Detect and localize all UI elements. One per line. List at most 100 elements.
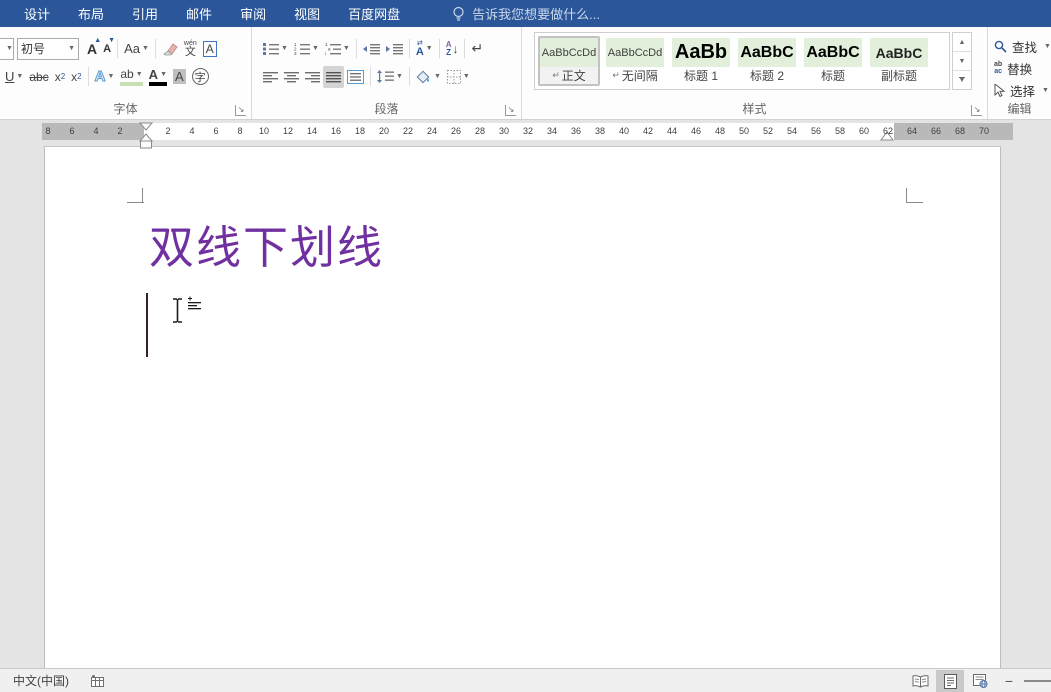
style-item-无间隔[interactable]: AaBbCcDd↵无间隔 — [604, 36, 666, 86]
font-size-combo[interactable]: 初号 ▼ — [17, 38, 79, 60]
subscript-button[interactable]: x2 — [52, 66, 68, 88]
paragraph-dialog-launcher[interactable]: ↘ — [505, 105, 516, 116]
ruler-number: 2 — [117, 126, 122, 136]
web-layout-button[interactable] — [966, 670, 994, 692]
asian-layout-button[interactable]: ⇄ A ▼ — [413, 38, 436, 60]
indent-markers[interactable] — [138, 122, 154, 149]
highlight-swatch — [120, 82, 142, 86]
language-status[interactable]: 中文(中国) — [13, 672, 69, 689]
read-mode-button[interactable] — [906, 670, 934, 692]
tab-邮件[interactable]: 邮件 — [172, 0, 226, 27]
style-item-正文[interactable]: AaBbCcDd↵正文 — [538, 36, 600, 86]
align-right-button[interactable] — [302, 66, 323, 88]
character-shading-button[interactable]: A — [170, 66, 189, 88]
ruler-number: 6 — [69, 126, 74, 136]
underline-button[interactable]: U ▼ — [2, 66, 26, 88]
chevron-down-icon: ▼ — [463, 73, 470, 80]
chevron-down-icon: ▼ — [64, 45, 75, 52]
style-preview: AaBbC — [804, 38, 862, 67]
styles-dialog-launcher[interactable]: ↘ — [971, 105, 982, 116]
grow-font-button[interactable]: A ▲ — [84, 38, 100, 60]
ruler-number: 18 — [355, 126, 365, 136]
style-gallery-scrollbar: ▲ ▼ ▼ — [952, 32, 972, 90]
tab-引用[interactable]: 引用 — [118, 0, 172, 27]
ruler-number: 8 — [237, 126, 242, 136]
phonetic-guide-button[interactable]: wén 文 — [181, 38, 200, 60]
multilevel-list-button[interactable]: 1 a i ▼ — [322, 38, 353, 60]
distribute-button[interactable] — [344, 66, 367, 88]
shrink-font-button[interactable]: A ▼ — [100, 38, 114, 60]
font-color-button[interactable]: A ▼ — [146, 66, 170, 88]
shading-button[interactable]: ▼ — [413, 66, 444, 88]
style-preview: AaBbCcDd — [606, 38, 664, 67]
line-spacing-icon — [377, 70, 394, 83]
font-dialog-launcher[interactable]: ↘ — [235, 105, 246, 116]
line-spacing-button[interactable]: ▼ — [374, 66, 406, 88]
tab-list: 设计布局引用邮件审阅视图百度网盘 — [10, 0, 414, 27]
superscript-button[interactable]: x2 — [68, 66, 84, 88]
tab-布局[interactable]: 布局 — [64, 0, 118, 27]
macro-record-icon[interactable] — [91, 675, 104, 687]
decrease-indent-button[interactable] — [360, 38, 383, 60]
paragraph-mark-icon: ↵ — [471, 40, 483, 57]
tab-设计[interactable]: 设计 — [10, 0, 64, 27]
style-item-标题[interactable]: AaBbC标题 — [802, 36, 864, 86]
print-layout-button[interactable] — [936, 670, 964, 692]
hanging-indent-marker — [140, 134, 152, 141]
separator — [409, 39, 410, 58]
character-border-button[interactable]: A — [200, 38, 220, 60]
bordered-a-icon: A — [203, 41, 217, 57]
ruler-number: 52 — [763, 126, 773, 136]
ruler-number: 34 — [547, 126, 557, 136]
highlight-color-button[interactable]: ab ▼ — [117, 66, 145, 88]
gallery-more-button[interactable]: ▼ — [953, 71, 971, 89]
replace-button[interactable]: ab ac 替换 — [994, 58, 1032, 78]
ruler-number: 30 — [499, 126, 509, 136]
zoom-out-button[interactable]: − — [998, 670, 1020, 692]
borders-button[interactable]: ▼ — [444, 66, 473, 88]
increase-indent-button[interactable] — [383, 38, 406, 60]
chevron-down-icon: ▼ — [1042, 87, 1049, 94]
find-button[interactable]: 查找 ▼ — [994, 36, 1051, 56]
style-item-标题 1[interactable]: AaBb标题 1 — [670, 36, 732, 86]
ruler-text-area[interactable] — [144, 123, 894, 140]
gallery-scroll-down-button[interactable]: ▼ — [953, 52, 971, 71]
change-case-button[interactable]: Aa ▼ — [121, 38, 152, 60]
text-effects-button[interactable]: A ▼ — [92, 66, 118, 88]
tell-me-box[interactable]: 告诉我您想要做什么... — [452, 4, 600, 23]
numbering-button[interactable]: 1 2 3 ▼ — [291, 38, 322, 60]
search-icon — [994, 40, 1007, 53]
style-name: 标题 2 — [738, 67, 796, 84]
document-heading-text[interactable]: 双线下划线 — [149, 211, 384, 276]
gallery-scroll-up-button[interactable]: ▲ — [953, 33, 971, 52]
ribbon-tab-bar: 设计布局引用邮件审阅视图百度网盘 告诉我您想要做什么... — [0, 0, 1051, 27]
show-hide-marks-button[interactable]: ↵ — [468, 38, 486, 60]
align-left-button[interactable] — [260, 66, 281, 88]
justify-button[interactable] — [323, 66, 344, 88]
align-center-button[interactable] — [281, 66, 302, 88]
font-name-combo[interactable]: ▼ — [0, 38, 14, 60]
sort-button[interactable]: A Z ↓ — [443, 38, 462, 60]
ruler-number: 4 — [93, 126, 98, 136]
editing-group: 查找 ▼ ab ac 替换 选择 ▼ 编辑 — [988, 27, 1051, 119]
style-item-标题 2[interactable]: AaBbC标题 2 — [736, 36, 798, 86]
enclose-characters-button[interactable]: 字 — [189, 66, 212, 88]
style-preview: AaBbC — [870, 38, 928, 67]
bullets-button[interactable]: ▼ — [260, 38, 291, 60]
zoom-slider-track[interactable] — [1024, 680, 1051, 682]
numbered-list-icon: 1 2 3 — [294, 42, 310, 55]
style-item-副标题[interactable]: AaBbC副标题 — [868, 36, 930, 86]
tab-百度网盘[interactable]: 百度网盘 — [334, 0, 414, 27]
strikethrough-button[interactable]: abc — [26, 66, 51, 88]
select-button[interactable]: 选择 ▼ — [994, 80, 1049, 100]
page[interactable]: 双线下划线 — [44, 146, 1001, 668]
chevron-down-icon: ▼ — [160, 71, 167, 78]
ruler-number: 6 — [213, 126, 218, 136]
ruler-number: 54 — [787, 126, 797, 136]
clear-formatting-button[interactable] — [159, 38, 181, 60]
tab-视图[interactable]: 视图 — [280, 0, 334, 27]
paragraph-group: ▼ 1 2 3 ▼ 1 a i ▼ — [252, 27, 522, 119]
font-size-value: 初号 — [21, 40, 45, 57]
tab-审阅[interactable]: 审阅 — [226, 0, 280, 27]
crop-mark-top-right — [906, 188, 907, 203]
